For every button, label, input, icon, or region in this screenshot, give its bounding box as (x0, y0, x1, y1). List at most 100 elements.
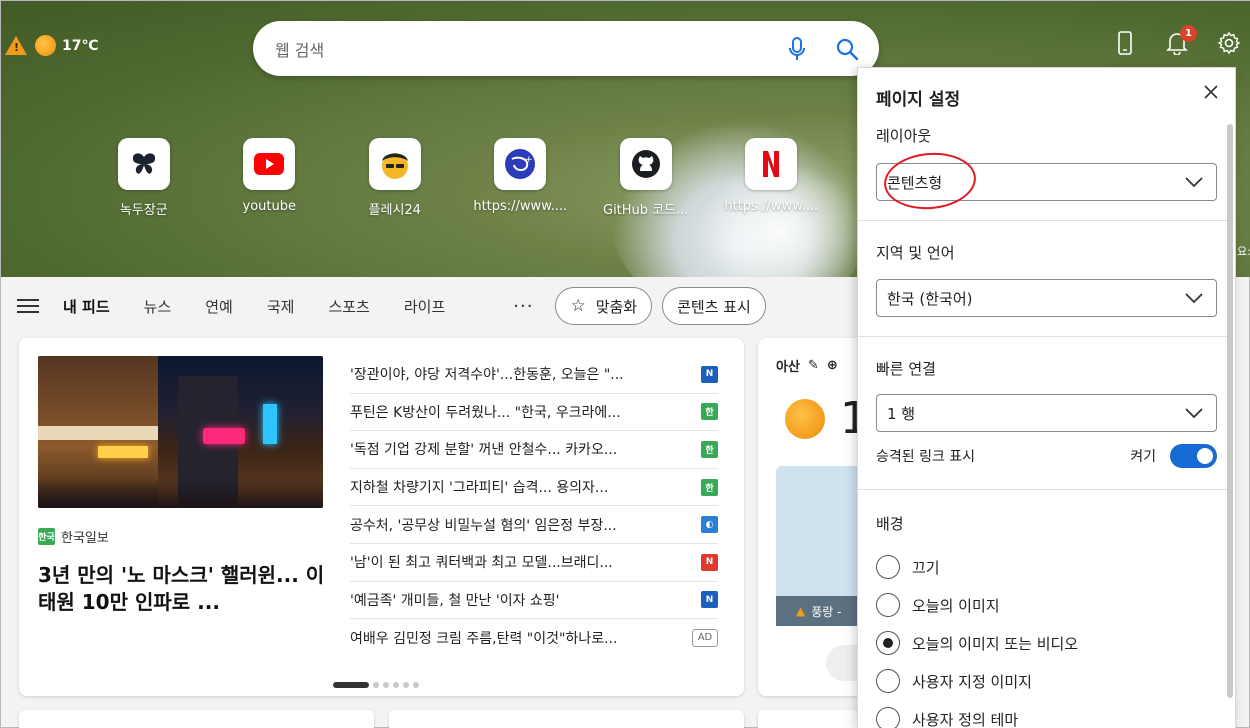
news-item[interactable]: '독점 기업 강제 분할' 꺼낸 안철수... 카카오... 한 (350, 431, 718, 469)
gear-icon[interactable] (1217, 31, 1241, 55)
news-item[interactable]: '남'이 된 최고 쿼터백과 최고 모델...브래디... N (350, 544, 718, 582)
news-title[interactable]: '남'이 된 최고 쿼터백과 최고 모델...브래디... (350, 552, 691, 572)
background-option-off[interactable]: 끄기 (876, 555, 940, 579)
disney-plus-icon: + (494, 138, 547, 190)
news-title[interactable]: '독점 기업 강제 분할' 꺼낸 안철수... 카카오... (350, 439, 691, 459)
divider (858, 489, 1227, 490)
location-name: 아산 (776, 360, 800, 375)
background-option-image-or-video[interactable]: 오늘의 이미지 또는 비디오 (876, 631, 1078, 655)
carousel-pagination[interactable] (333, 682, 419, 688)
temperature-text: 17℃ (62, 37, 99, 54)
phone-icon[interactable] (1113, 31, 1137, 55)
quick-link-1[interactable]: 녹두장군 (81, 138, 207, 218)
news-title[interactable]: '예금족' 개미들, 철 만난 '이자 쇼핑' (350, 590, 691, 610)
personalize-button[interactable]: ☆ 맞춤화 (555, 287, 653, 325)
layout-select[interactable]: 콘텐츠형 (876, 163, 1217, 201)
quick-links: 녹두장군 youtube 플레시24 + https://www.... Git… (81, 138, 960, 218)
news-title[interactable]: 공수처, '공무상 비밀누설 혐의' 임은정 부장... (350, 515, 691, 535)
background-option-custom-image[interactable]: 사용자 지정 이미지 (876, 669, 1032, 693)
tab-world[interactable]: 국제 (267, 296, 295, 317)
news-title[interactable]: 지하철 차량기지 '그라피티' 습격... 용의자... (350, 477, 691, 497)
bell-icon[interactable]: 1 (1165, 25, 1197, 55)
region-select[interactable]: 한국 (한국어) (876, 279, 1217, 317)
warning-triangle-icon: ▲ (796, 604, 806, 618)
tab-sports[interactable]: 스포츠 (328, 296, 369, 317)
background-option-custom-theme[interactable]: 사용자 정의 테마 (876, 707, 1018, 728)
news-title[interactable]: 여배우 김민정 크림 주름,탄력 "이것"하나로... (350, 628, 682, 648)
radio-label: 사용자 정의 테마 (912, 710, 1019, 728)
tab-news[interactable]: 뉴스 (144, 296, 172, 317)
promoted-links-label: 승격된 링크 표시 (876, 449, 976, 465)
feed-navigation: 내 피드 뉴스 연예 국제 스포츠 라이프 ··· ☆ 맞춤화 콘텐츠 표시 (1, 277, 861, 335)
panel-scrollbar[interactable] (1227, 124, 1233, 698)
news-item-ad[interactable]: 여배우 김민정 크림 주름,탄력 "이것"하나로... AD (350, 619, 718, 657)
hero-edge-text: 요: (1237, 245, 1250, 258)
source-name: 한국일보 (61, 531, 109, 546)
radio-label: 사용자 지정 이미지 (912, 672, 1032, 691)
hankook-ilbo-logo-icon: 한국 (38, 528, 55, 545)
quick-link-2[interactable]: youtube (207, 138, 333, 218)
publisher-logo-icon: 한 (701, 403, 718, 421)
sun-icon (35, 35, 56, 56)
globe-icon[interactable]: ⊕ (827, 358, 838, 373)
ad-badge: AD (692, 628, 718, 647)
more-tabs-button[interactable]: ··· (513, 296, 533, 317)
feature-headline[interactable]: 3년 만의 '노 마스크' 핼러윈... 이태원 10만 인파로 ... (38, 562, 328, 616)
weather-location: 아산 ✎ ⊕ (776, 356, 838, 375)
microphone-icon[interactable] (783, 35, 811, 63)
search-bar[interactable]: 웹 검색 (253, 21, 879, 76)
feature-image[interactable] (38, 356, 323, 508)
bottom-card-1[interactable] (19, 710, 374, 728)
news-card: 한국 한국일보 3년 만의 '노 마스크' 핼러윈... 이태원 10만 인파로… (19, 338, 744, 696)
layout-value: 콘텐츠형 (887, 173, 943, 192)
weather-alert-text: 풍랑 - (811, 604, 842, 619)
news-item[interactable]: 푸틴은 K방산이 두려웠나... "한국, 우크라에... 한 (350, 394, 718, 432)
bottom-card-3[interactable] (758, 710, 858, 728)
radio-label: 오늘의 이미지 또는 비디오 (912, 634, 1079, 653)
promoted-links-state: 켜기 (1130, 449, 1156, 465)
tab-entertainment[interactable]: 연예 (205, 296, 233, 317)
close-icon[interactable] (1201, 82, 1221, 102)
news-item[interactable]: '예금족' 개미들, 철 만난 '이자 쇼핑' N (350, 582, 718, 620)
radio-button[interactable] (876, 593, 900, 617)
radio-button[interactable] (876, 555, 900, 579)
radio-button[interactable] (876, 631, 900, 655)
background-option-image-of-day[interactable]: 오늘의 이미지 (876, 593, 1000, 617)
promoted-links-toggle[interactable] (1170, 444, 1217, 468)
magnifier-icon[interactable] (833, 35, 861, 63)
quick-links-value: 1 행 (887, 404, 916, 423)
chevron-down-icon (1184, 289, 1204, 311)
radio-button[interactable] (876, 669, 900, 693)
news-item[interactable]: '장관이야, 야당 저격수야'...한동훈, 오늘은 "... N (350, 356, 718, 394)
sun-icon (785, 399, 825, 439)
quick-link-4[interactable]: + https://www.... (458, 138, 584, 218)
weather-mini[interactable]: ! 17℃ (5, 35, 98, 56)
pencil-icon[interactable]: ✎ (808, 358, 819, 373)
quick-link-6[interactable]: https://www.... (709, 138, 835, 218)
bottom-card-2[interactable] (389, 710, 744, 728)
hamburger-menu-icon[interactable] (17, 299, 39, 313)
star-edit-icon: ☆ (570, 296, 586, 316)
radio-button[interactable] (876, 707, 900, 728)
netflix-icon (745, 138, 798, 190)
quick-link-label: 녹두장군 (119, 203, 168, 218)
search-input[interactable]: 웹 검색 (275, 37, 761, 61)
warning-triangle-icon[interactable]: ! (5, 36, 27, 55)
background-label: 배경 (876, 515, 904, 533)
butterfly-icon (117, 138, 170, 190)
quick-link-3[interactable]: 플레시24 (332, 138, 458, 218)
content-display-label: 콘텐츠 표시 (677, 297, 751, 316)
tab-life[interactable]: 라이프 (404, 296, 445, 317)
news-title[interactable]: '장관이야, 야당 저격수야'...한동훈, 오늘은 "... (350, 364, 691, 384)
radio-label: 오늘의 이미지 (912, 596, 1000, 615)
radio-label: 끄기 (912, 558, 940, 577)
quick-link-label: 플레시24 (368, 203, 421, 218)
news-title[interactable]: 푸틴은 K방산이 두려웠나... "한국, 우크라에... (350, 402, 691, 422)
publisher-logo-icon: 한 (701, 478, 718, 496)
quick-link-5[interactable]: GitHub 코드... (583, 138, 709, 218)
news-item[interactable]: 지하철 차량기지 '그라피티' 습격... 용의자... 한 (350, 469, 718, 507)
quick-links-select[interactable]: 1 행 (876, 394, 1217, 432)
news-item[interactable]: 공수처, '공무상 비밀누설 혐의' 임은정 부장... ◐ (350, 506, 718, 544)
tab-my-feed[interactable]: 내 피드 (63, 296, 110, 317)
content-display-button[interactable]: 콘텐츠 표시 (662, 287, 766, 325)
